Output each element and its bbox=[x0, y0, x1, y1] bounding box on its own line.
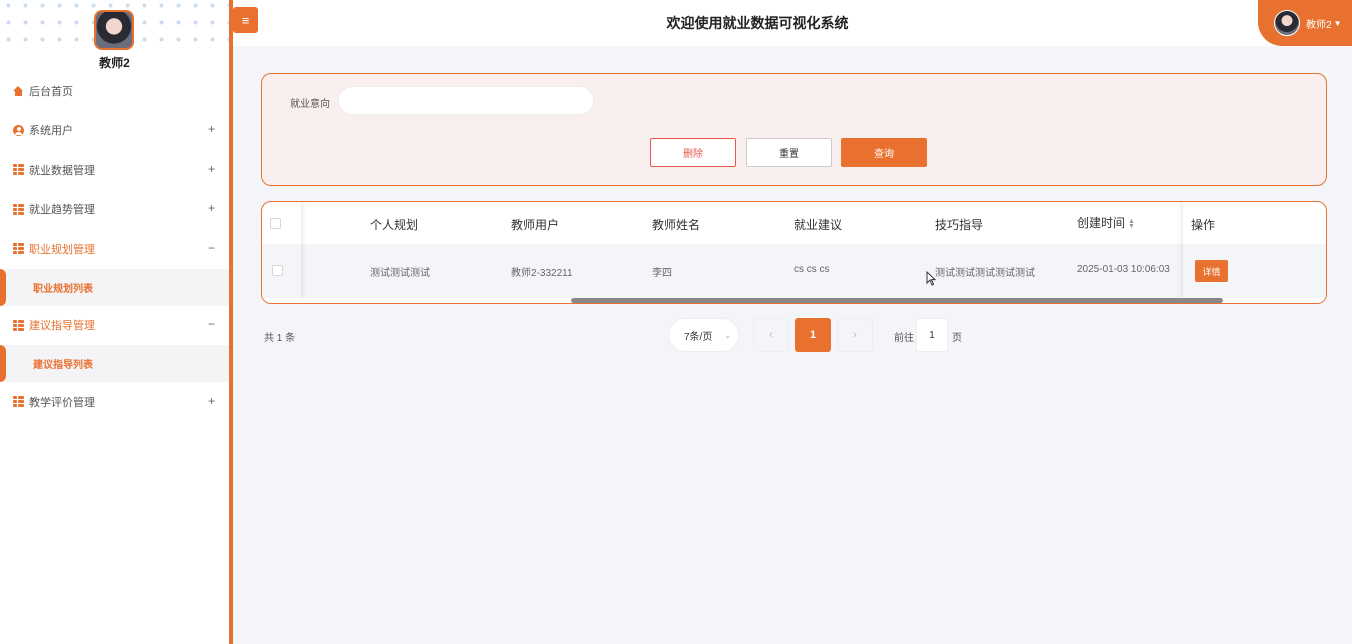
goto-page-input[interactable] bbox=[916, 318, 948, 352]
grid-icon bbox=[13, 164, 24, 176]
sidebar-item-label: 后台首页 bbox=[29, 85, 73, 98]
sidebar-item-label: 建议指导管理 bbox=[29, 320, 95, 333]
search-label: 就业意向 bbox=[290, 99, 330, 110]
sidebar-item-label: 教学评价管理 bbox=[29, 396, 95, 409]
sidebar-item-employment-trend[interactable]: 就业趋势管理 + bbox=[0, 190, 229, 230]
total-count: 共 1 条 bbox=[264, 333, 296, 344]
page-title: 欢迎使用就业数据可视化系统 bbox=[666, 15, 849, 31]
sidebar-divider bbox=[229, 0, 233, 644]
reset-button[interactable]: 重置 bbox=[746, 138, 832, 167]
expand-icon: + bbox=[207, 161, 215, 176]
sidebar-item-teaching-evaluation[interactable]: 教学评价管理 + bbox=[0, 382, 229, 422]
cell-plan: 测试测试测试 bbox=[370, 268, 430, 279]
chevron-left-icon: ‹ bbox=[769, 329, 773, 341]
column-header-plan: 个人规划 bbox=[370, 218, 419, 232]
horizontal-scrollbar[interactable] bbox=[571, 298, 1223, 303]
home-icon bbox=[13, 85, 24, 96]
sidebar-menu: 后台首页 系统用户 + 就业数据管理 + 就业趋势管理 + 职业规划管理 − 职… bbox=[0, 71, 229, 422]
sidebar-item-system-users[interactable]: 系统用户 + bbox=[0, 111, 229, 151]
grid-icon bbox=[13, 319, 24, 331]
sidebar-subitem-career-plan-list[interactable]: 职业规划列表 bbox=[0, 268, 229, 306]
grid-icon bbox=[13, 396, 24, 408]
selection-column bbox=[262, 202, 301, 298]
column-header-created-label: 创建时间 bbox=[1077, 216, 1126, 230]
page-size-select[interactable]: 7条/页 ⌄ bbox=[668, 318, 739, 352]
grid-icon bbox=[13, 243, 24, 255]
active-marker bbox=[0, 268, 6, 306]
sidebar-item-label: 就业趋势管理 bbox=[29, 204, 95, 217]
sidebar-subitem-label: 职业规划列表 bbox=[33, 283, 93, 295]
cell-guidance: 测试测试测试测试测试 bbox=[935, 268, 1035, 279]
active-marker bbox=[0, 345, 6, 382]
data-table: 个人规划 教师用户 教师姓名 就业建议 技巧指导 创建时间 ▲ ▼ 操作 测试测试测… bbox=[261, 201, 1327, 304]
sidebar-item-career-plan[interactable]: 职业规划管理 − bbox=[0, 229, 229, 269]
column-header-teacher-user: 教师用户 bbox=[511, 218, 560, 232]
top-header: ≡ 欢迎使用就业数据可视化系统 教师2 ▼ bbox=[233, 0, 1352, 46]
goto-label: 前往 bbox=[894, 333, 914, 344]
delete-button[interactable]: 删除 bbox=[650, 138, 736, 167]
page-unit-label: 页 bbox=[952, 333, 962, 344]
collapse-icon: − bbox=[207, 240, 215, 255]
sort-icon[interactable]: ▲ ▼ bbox=[1128, 218, 1135, 230]
column-header-created[interactable]: 创建时间 ▲ ▼ bbox=[1077, 214, 1135, 231]
cell-created: 2025-01-03 10:06:03 bbox=[1077, 264, 1170, 275]
table-row: 测试测试测试 教师2-332211 李四 cs cs cs 测试测试测试测试测试… bbox=[262, 244, 1326, 298]
sidebar-subitem-advice-guidance-list[interactable]: 建议指导列表 bbox=[0, 345, 229, 382]
cell-teacher-name: 李四 bbox=[652, 268, 672, 279]
user-icon bbox=[13, 124, 24, 136]
user-avatar bbox=[1274, 10, 1300, 36]
page-number-current[interactable]: 1 bbox=[795, 318, 831, 352]
column-header-guidance: 技巧指导 bbox=[935, 218, 984, 232]
sidebar-item-home[interactable]: 后台首页 bbox=[0, 71, 229, 111]
avatar[interactable] bbox=[94, 10, 134, 50]
expand-icon: + bbox=[207, 122, 215, 137]
sidebar-item-label: 系统用户 bbox=[29, 125, 73, 138]
chevron-down-icon: ▼ bbox=[1333, 18, 1342, 28]
table-header: 个人规划 教师用户 教师姓名 就业建议 技巧指导 创建时间 ▲ ▼ 操作 bbox=[262, 202, 1326, 244]
cell-teacher-user: 教师2-332211 bbox=[511, 268, 573, 279]
chevron-right-icon: › bbox=[853, 329, 857, 341]
select-all-checkbox[interactable] bbox=[270, 218, 281, 229]
row-checkbox[interactable] bbox=[272, 265, 283, 276]
user-name: 教师2 bbox=[1306, 19, 1332, 31]
sidebar-item-employment-data[interactable]: 就业数据管理 + bbox=[0, 150, 229, 190]
expand-icon: + bbox=[207, 393, 215, 408]
collapse-icon: − bbox=[207, 317, 215, 332]
user-menu[interactable]: 教师2 ▼ bbox=[1258, 0, 1352, 46]
avatar-image bbox=[96, 12, 132, 48]
cell-advice: cs cs cs bbox=[794, 264, 830, 275]
column-header-teacher-name: 教师姓名 bbox=[652, 218, 701, 232]
chevron-down-icon: ⌄ bbox=[724, 331, 731, 340]
sidebar-item-advice-guidance[interactable]: 建议指导管理 − bbox=[0, 306, 229, 346]
sidebar-item-label: 就业数据管理 bbox=[29, 164, 95, 177]
prev-page-button[interactable]: ‹ bbox=[753, 318, 789, 352]
action-column-divider bbox=[1183, 202, 1326, 298]
page-size-value: 7条/页 bbox=[684, 331, 713, 343]
next-page-button[interactable]: › bbox=[837, 318, 873, 352]
sidebar: 教师2 后台首页 系统用户 + 就业数据管理 + 就业趋势管理 + 职业规划管理… bbox=[0, 0, 229, 644]
query-button[interactable]: 查询 bbox=[841, 138, 927, 167]
sidebar-subitem-label: 建议指导列表 bbox=[33, 360, 93, 371]
expand-icon: + bbox=[207, 201, 215, 216]
search-panel: 就业意向 删除 重置 查询 bbox=[261, 73, 1327, 186]
sidebar-user-name: 教师2 bbox=[99, 56, 130, 70]
column-header-advice: 就业建议 bbox=[794, 218, 843, 232]
grid-icon bbox=[13, 203, 24, 215]
sidebar-item-label: 职业规划管理 bbox=[29, 243, 95, 256]
search-input[interactable] bbox=[338, 86, 594, 115]
